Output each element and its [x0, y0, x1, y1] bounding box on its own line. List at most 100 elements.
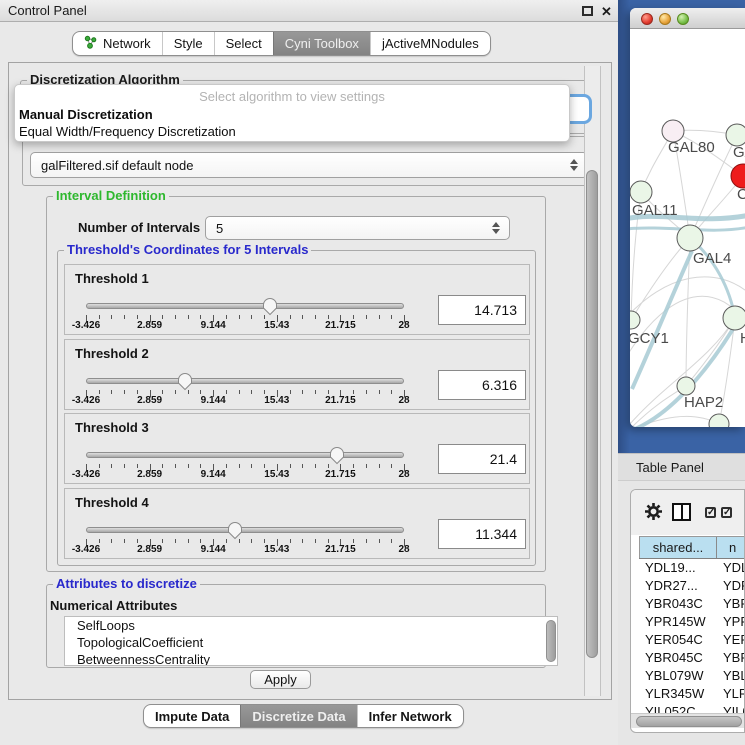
split-pane-icon[interactable]: [672, 503, 691, 521]
combobox-spinner-icon: [492, 222, 500, 234]
threshold-value-field[interactable]: 6.316: [438, 370, 526, 400]
screen: Control Panel ✕ Network Style Select Cyn…: [0, 0, 745, 745]
mac-minimize-icon[interactable]: [659, 13, 671, 25]
tab-jactivemnodules[interactable]: jActiveMNodules: [370, 32, 490, 55]
table-panel-header: Table Panel: [618, 453, 745, 481]
threshold-value-field[interactable]: 14.713: [438, 295, 526, 325]
graph-node-label: GA: [733, 144, 745, 161]
threshold-slider[interactable]: [86, 295, 404, 317]
node-table-window: ✓ ✓ shared... n YDL19...YDL1YDR27...YDR2…: [630, 489, 745, 733]
slider-track[interactable]: [86, 527, 404, 533]
slider-thumb[interactable]: [329, 446, 345, 465]
column-header-shared-name[interactable]: shared...: [639, 537, 717, 558]
threshold-row: Threshold 4 -3.4262.8599.14415.4321.7152…: [64, 488, 530, 559]
graph-node[interactable]: [630, 311, 640, 329]
checkbox-icon[interactable]: ✓: [721, 507, 732, 518]
threshold-slider[interactable]: [86, 444, 404, 466]
threshold-slider[interactable]: [86, 519, 404, 541]
tab-select[interactable]: Select: [214, 32, 273, 55]
bottom-tab-bar: Impute Data Discretize Data Infer Networ…: [143, 704, 464, 728]
table-row[interactable]: YDL19...YDL1: [639, 559, 745, 577]
slider-tick-labels: -3.4262.8599.14415.4321.71528: [86, 395, 404, 407]
algorithm-popup-hint: Select algorithm to view settings: [15, 89, 569, 104]
table-row[interactable]: YPR145WYPR1: [639, 613, 745, 631]
mac-zoom-icon[interactable]: [677, 13, 689, 25]
network-graph[interactable]: GAL80GACGAL11GAL4GCY1HHAP2: [630, 29, 745, 427]
slider-thumb[interactable]: [177, 372, 193, 391]
network-window-titlebar: [630, 8, 745, 29]
network-icon: [84, 35, 97, 52]
table-row[interactable]: YLR345WYLR3: [639, 685, 745, 703]
algorithm-option-equal-width[interactable]: Equal Width/Frequency Discretization: [19, 124, 236, 139]
control-panel-title: Control Panel: [8, 3, 87, 18]
graph-nodes: GAL80GACGAL11GAL4GCY1HHAP2: [630, 120, 745, 427]
table-toolbar: ✓ ✓: [631, 490, 744, 535]
interval-definition-title: Interval Definition: [53, 188, 169, 203]
tab-network[interactable]: Network: [73, 32, 162, 55]
network-view-window: GAL80GACGAL11GAL4GCY1HHAP2: [630, 8, 745, 427]
column-header-name[interactable]: n: [717, 537, 745, 558]
slider-track[interactable]: [86, 303, 404, 309]
table-row[interactable]: YDR27...YDR2: [639, 577, 745, 595]
number-of-intervals-label: Number of Intervals: [78, 216, 200, 240]
graph-node-label: GCY1: [630, 330, 669, 347]
table-row[interactable]: YBR043CYBR0: [639, 595, 745, 613]
tab-infer-network[interactable]: Infer Network: [357, 705, 463, 727]
table-row[interactable]: YBL079WYBL0: [639, 667, 745, 685]
checkbox-icon[interactable]: ✓: [705, 507, 716, 518]
table-row[interactable]: YIL052CYIL0: [639, 703, 745, 713]
attributes-list[interactable]: SelfLoopsTopologicalCoefficientBetweenne…: [64, 616, 558, 666]
threshold-label: Threshold 3: [75, 420, 149, 435]
graph-node-label: HAP2: [684, 394, 723, 411]
slider-thumb[interactable]: [227, 521, 243, 540]
combobox-spinner-icon: [570, 159, 578, 171]
graph-node[interactable]: [677, 377, 695, 395]
tab-impute-data[interactable]: Impute Data: [144, 705, 240, 727]
apply-button[interactable]: Apply: [250, 670, 311, 689]
graph-node[interactable]: [723, 306, 745, 330]
thresholds-group-title: Threshold's Coordinates for 5 Intervals: [64, 242, 311, 257]
threshold-label: Threshold 1: [75, 271, 149, 286]
table-data-combobox[interactable]: galFiltered.sif default node: [30, 152, 588, 178]
table-row[interactable]: YBR045CYBR0: [639, 649, 745, 667]
attribute-item[interactable]: SelfLoops: [65, 617, 557, 634]
tab-style[interactable]: Style: [162, 32, 214, 55]
threshold-row: Threshold 3 -3.4262.8599.14415.4321.7152…: [64, 413, 530, 484]
slider-tick-labels: -3.4262.8599.14415.4321.71528: [86, 320, 404, 332]
mac-close-icon[interactable]: [641, 13, 653, 25]
threshold-row: Threshold 1 -3.4262.8599.14415.4321.7152…: [64, 264, 530, 335]
tab-cyni-toolbox[interactable]: Cyni Toolbox: [273, 32, 370, 55]
attributes-list-scrollbar[interactable]: [546, 620, 556, 662]
threshold-value-field[interactable]: 21.4: [438, 444, 526, 474]
table-row[interactable]: YER054CYER0: [639, 631, 745, 649]
graph-node[interactable]: [731, 164, 745, 188]
numerical-attributes-label: Numerical Attributes: [50, 598, 177, 613]
graph-node[interactable]: [677, 225, 703, 251]
float-window-icon[interactable]: [582, 6, 593, 16]
gear-icon[interactable]: [644, 502, 663, 526]
slider-track[interactable]: [86, 452, 404, 458]
control-panel-titlebar: Control Panel: [0, 0, 618, 22]
slider-tick-labels: -3.4262.8599.14415.4321.71528: [86, 469, 404, 481]
threshold-slider[interactable]: [86, 370, 404, 392]
slider-thumb[interactable]: [262, 297, 278, 316]
graph-node[interactable]: [709, 414, 729, 427]
table-hscrollbar-thumb[interactable]: [636, 716, 742, 727]
tab-discretize-data[interactable]: Discretize Data: [240, 705, 356, 727]
attribute-item[interactable]: BetweennessCentrality: [65, 651, 557, 666]
close-icon[interactable]: ✕: [601, 4, 614, 18]
control-panel-scrollbar-thumb[interactable]: [586, 170, 598, 658]
threshold-value-field[interactable]: 11.344: [438, 519, 526, 549]
table-header-row: shared... n: [639, 536, 745, 559]
attribute-item[interactable]: TopologicalCoefficient: [65, 634, 557, 651]
number-of-intervals-combobox[interactable]: 5: [205, 216, 510, 240]
algorithm-option-manual[interactable]: Manual Discretization: [19, 107, 153, 122]
graph-node-label: GAL4: [693, 250, 731, 267]
graph-node-label: C: [737, 186, 745, 203]
graph-node-label: H: [740, 330, 745, 347]
graph-node[interactable]: [630, 181, 652, 203]
graph-node[interactable]: [726, 124, 745, 146]
table-hscrollbar-track[interactable]: [631, 713, 745, 728]
attributes-group-title: Attributes to discretize: [53, 576, 200, 591]
slider-track[interactable]: [86, 378, 404, 384]
